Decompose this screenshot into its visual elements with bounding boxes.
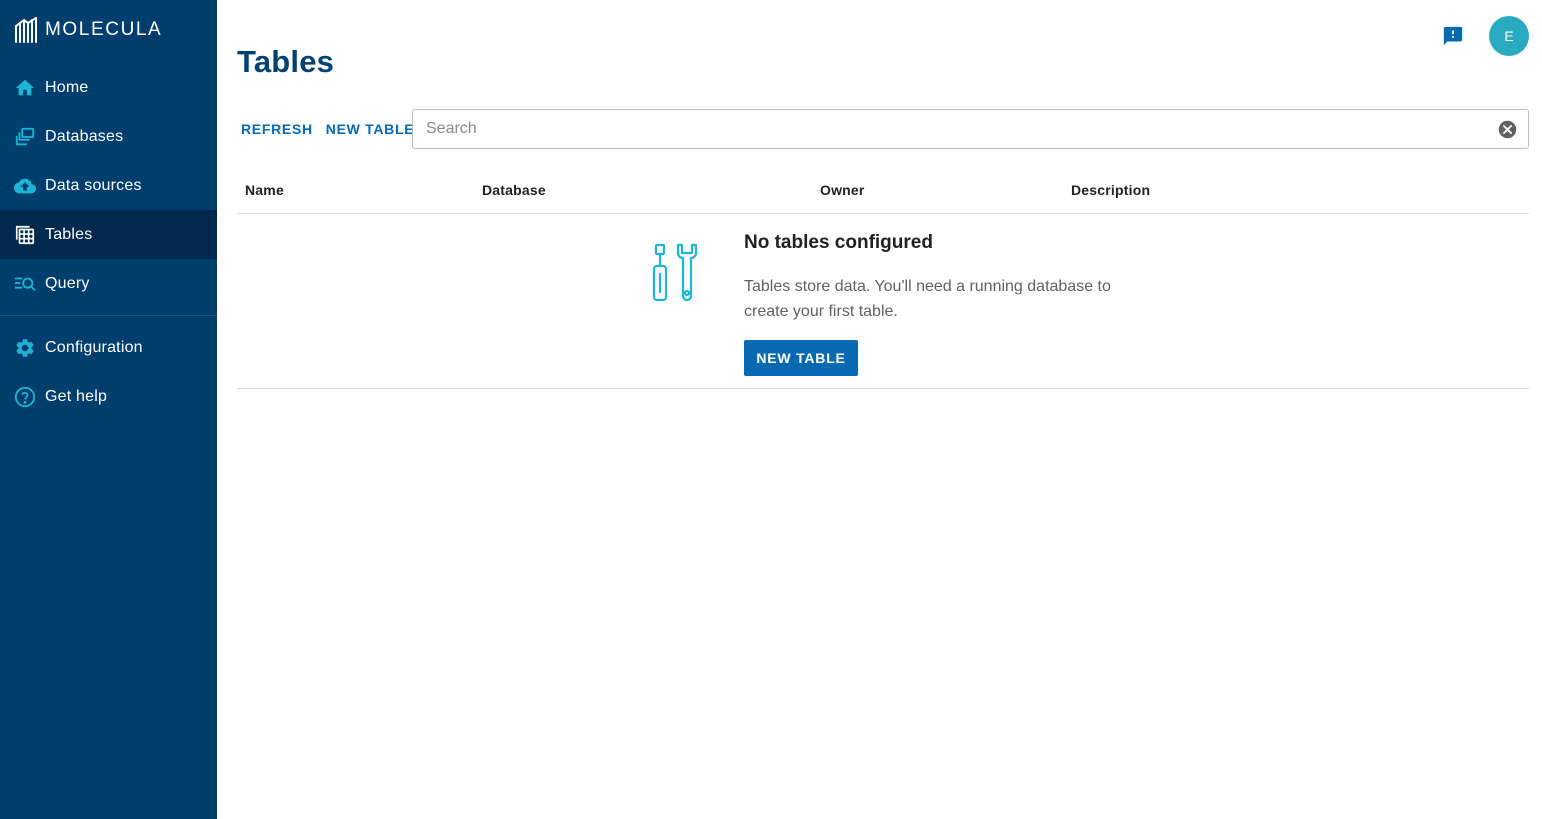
empty-state-new-table-button[interactable]: NEW TABLE — [744, 340, 858, 376]
sidebar-item-home[interactable]: Home — [0, 63, 217, 112]
top-right-actions: E — [1441, 16, 1529, 56]
logo-text: MOLECULA — [45, 19, 163, 40]
feedback-icon[interactable] — [1441, 24, 1465, 48]
search-input[interactable] — [426, 110, 1486, 148]
table-icon — [14, 224, 36, 246]
main-content: Tables E REFRESH NEW TABLE Name Database… — [217, 0, 1542, 819]
toolbar: REFRESH NEW TABLE — [241, 121, 427, 137]
column-header-database[interactable]: Database — [482, 182, 546, 198]
help-icon — [14, 386, 36, 408]
column-header-name[interactable]: Name — [245, 182, 284, 198]
sidebar-item-configuration[interactable]: Configuration — [0, 323, 217, 372]
sidebar-item-label: Query — [45, 274, 90, 292]
sidebar-item-label: Data sources — [45, 176, 142, 194]
sidebar-item-get-help[interactable]: Get help — [0, 372, 217, 421]
molecula-logo-icon — [15, 17, 37, 43]
sidebar: MOLECULA Home Databases Data sources Tab… — [0, 0, 217, 819]
logo[interactable]: MOLECULA — [14, 16, 162, 44]
sidebar-item-tables[interactable]: Tables — [0, 210, 217, 259]
sidebar-item-data-sources[interactable]: Data sources — [0, 161, 217, 210]
search-box — [412, 109, 1529, 149]
sidebar-item-label: Configuration — [45, 338, 143, 356]
cloud-upload-icon — [14, 175, 36, 197]
column-header-owner[interactable]: Owner — [820, 182, 865, 198]
sidebar-item-label: Tables — [45, 225, 93, 243]
sidebar-item-label: Home — [45, 78, 89, 96]
sidebar-item-query[interactable]: Query — [0, 259, 217, 308]
empty-state: No tables configured Tables store data. … — [237, 214, 1529, 389]
avatar[interactable]: E — [1489, 16, 1529, 56]
home-icon — [14, 77, 36, 99]
empty-state-title: No tables configured — [744, 232, 933, 253]
databases-icon — [14, 126, 36, 148]
gear-icon — [14, 337, 36, 359]
sidebar-item-label: Databases — [45, 127, 124, 145]
sidebar-item-label: Get help — [45, 387, 108, 405]
new-table-button[interactable]: NEW TABLE — [326, 121, 414, 137]
sidebar-nav-secondary: Configuration Get help — [0, 323, 217, 421]
refresh-button[interactable]: REFRESH — [241, 121, 313, 137]
page-title: Tables — [237, 44, 335, 79]
sidebar-item-databases[interactable]: Databases — [0, 112, 217, 161]
column-header-description[interactable]: Description — [1071, 182, 1150, 198]
query-icon — [14, 273, 36, 295]
table-header: Name Database Owner Description — [237, 168, 1529, 214]
empty-state-description: Tables store data. You'll need a running… — [744, 278, 1111, 320]
tools-icon — [652, 243, 698, 302]
sidebar-divider — [0, 315, 217, 316]
clear-search-icon[interactable] — [1497, 119, 1518, 140]
sidebar-nav: Home Databases Data sources Tables Query — [0, 63, 217, 308]
